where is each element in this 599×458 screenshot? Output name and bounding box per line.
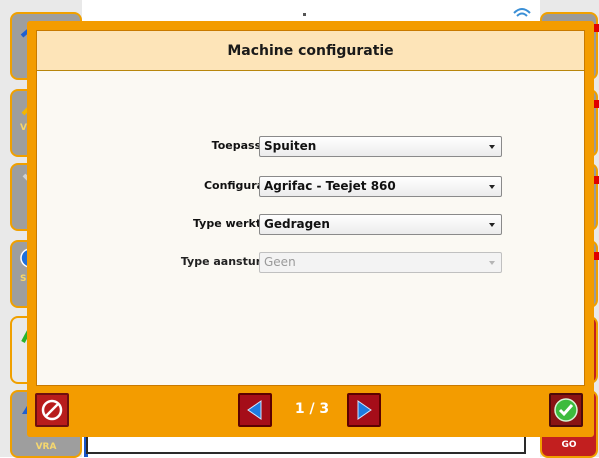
type-werktuig-select[interactable]: Gedragen (259, 214, 502, 235)
dialog-body: Machine configuratie Toepassing: Spuiten… (36, 30, 585, 386)
confirm-button[interactable] (549, 393, 583, 427)
dropdown-arrow-icon (489, 185, 495, 189)
select-value: Spuiten (264, 139, 317, 153)
type-aansturing-select: Geen (259, 252, 502, 273)
select-value: Gedragen (264, 217, 330, 231)
arrow-left-icon (247, 400, 262, 420)
field-type-aansturing: Type aansturing: Geen (37, 252, 584, 274)
checkmark-icon (554, 398, 578, 422)
field-type-werktuig: Type werktuig: Gedragen (37, 214, 584, 236)
field-toepassing: Toepassing: Spuiten (37, 136, 584, 158)
field-configuratie: Configuratie: Agrifac - Teejet 860 (37, 176, 584, 198)
dropdown-arrow-icon (489, 223, 495, 227)
machine-config-dialog: Machine configuratie Toepassing: Spuiten… (27, 21, 594, 437)
status-dot (303, 13, 306, 16)
select-value: Agrifac - Teejet 860 (264, 179, 396, 193)
page-indicator: 1 / 3 (294, 401, 330, 417)
cancel-button[interactable] (35, 393, 69, 427)
go-button-label: GO (561, 440, 577, 450)
wifi-icon (513, 8, 531, 17)
configuratie-select[interactable]: Agrifac - Teejet 860 (259, 176, 502, 197)
dropdown-arrow-icon (489, 261, 495, 265)
next-page-button[interactable] (347, 393, 381, 427)
select-value: Geen (264, 255, 296, 269)
dialog-title: Machine configuratie (227, 42, 394, 59)
previous-page-button[interactable] (238, 393, 272, 427)
dialog-header: Machine configuratie (37, 31, 584, 71)
dropdown-arrow-icon (489, 145, 495, 149)
toepassing-select[interactable]: Spuiten (259, 136, 502, 157)
cancel-icon (41, 399, 63, 421)
arrow-right-icon (357, 400, 372, 420)
side-button-label: VRA (35, 442, 57, 452)
